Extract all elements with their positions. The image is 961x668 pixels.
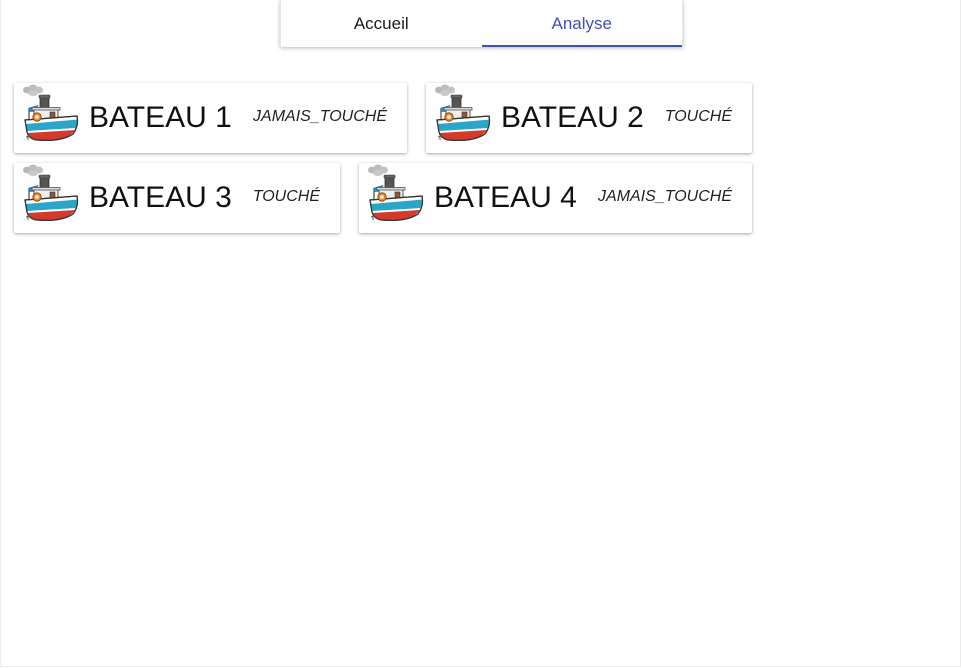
tab-bar: Accueil Analyse <box>280 0 683 47</box>
boat-card-3[interactable]: BATEAU 3 TOUCHÉ <box>14 163 340 233</box>
boat-card-1[interactable]: BATEAU 1 JAMAIS_TOUCHÉ <box>14 83 407 153</box>
boat-name: BATEAU 1 <box>89 101 232 134</box>
tugboat-icon <box>433 84 493 148</box>
boat-name: BATEAU 2 <box>501 101 644 134</box>
boat-card-2[interactable]: BATEAU 2 TOUCHÉ <box>426 83 752 153</box>
tugboat-icon <box>366 164 426 228</box>
boat-status: JAMAIS_TOUCHÉ <box>598 188 732 205</box>
tab-accueil[interactable]: Accueil <box>281 0 482 47</box>
boat-status: JAMAIS_TOUCHÉ <box>253 108 387 125</box>
boat-status: TOUCHÉ <box>664 108 732 125</box>
tab-analyse[interactable]: Analyse <box>481 0 683 47</box>
page: Accueil Analyse BATEAU 1 JAMAIS_TOUCHÉ B… <box>0 0 961 667</box>
boat-status: TOUCHÉ <box>252 188 320 205</box>
tugboat-icon <box>21 84 81 148</box>
boat-card-4[interactable]: BATEAU 4 JAMAIS_TOUCHÉ <box>359 163 752 233</box>
boat-name: BATEAU 4 <box>434 181 577 214</box>
tugboat-icon <box>21 164 81 228</box>
boat-name: BATEAU 3 <box>89 181 232 214</box>
